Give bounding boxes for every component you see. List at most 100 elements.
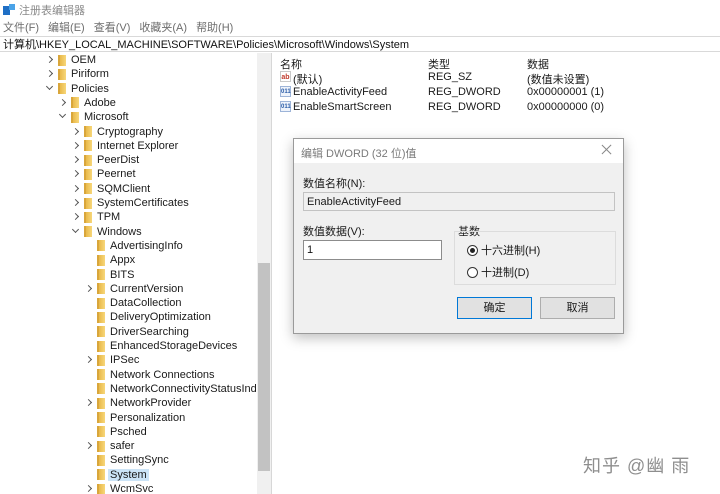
folder-icon [97, 269, 105, 280]
tree-item[interactable]: Policies [45, 82, 109, 96]
tree-item[interactable]: DriverSearching [84, 325, 189, 339]
tree-item[interactable]: BITS [84, 268, 134, 282]
menu-file[interactable]: 文件(F) [3, 19, 39, 35]
radio-button-checked[interactable] [467, 244, 478, 256]
watermark: 知乎 @幽 雨 [583, 456, 691, 476]
tree-item[interactable]: NetworkConnectivityStatusIndi [84, 382, 259, 396]
menu-favorites[interactable]: 收藏夹(A) [139, 19, 187, 35]
tree-item[interactable]: System [84, 468, 149, 482]
folder-icon [97, 369, 105, 381]
chevron-right-icon[interactable] [71, 153, 81, 167]
tree-item[interactable]: safer [84, 439, 134, 453]
chevron-right-icon[interactable] [71, 210, 81, 224]
tree-item[interactable]: Adobe [58, 96, 116, 110]
chevron-down-icon[interactable] [71, 225, 81, 239]
dialog-title-bar[interactable]: 编辑 DWORD (32 位)值 [294, 139, 623, 163]
tree-item[interactable]: Appx [84, 253, 135, 267]
tree-item[interactable]: EnhancedStorageDevices [84, 339, 237, 353]
tree-item[interactable]: Microsoft [58, 110, 129, 124]
folder-icon [97, 440, 105, 452]
tree-item[interactable]: IPSec [84, 353, 139, 367]
chevron-right-icon[interactable] [84, 353, 94, 367]
chevron-right-icon[interactable] [45, 53, 55, 67]
folder-icon [97, 297, 105, 309]
chevron-right-icon[interactable] [71, 139, 81, 153]
string-value-icon: ab [280, 71, 291, 82]
tree-item-label: Policies [71, 82, 109, 95]
folder-icon [58, 68, 66, 80]
value-name-field: EnableActivityFeed [303, 192, 615, 211]
tree-item[interactable]: Peernet [71, 167, 136, 181]
tree-item[interactable]: NetworkProvider [84, 396, 191, 410]
chevron-right-icon[interactable] [84, 396, 94, 410]
chevron-right-icon[interactable] [71, 182, 81, 196]
tree-item[interactable]: AdvertisingInfo [84, 239, 183, 253]
chevron-right-icon[interactable] [84, 482, 94, 494]
chevron-right-icon[interactable] [71, 167, 81, 181]
registry-tree[interactable]: OEM Piriform Policies Adobe Microsoft Cryptog… [0, 53, 272, 494]
tree-item-label: NetworkConnectivityStatusIndi [110, 382, 260, 395]
tree-item[interactable]: PeerDist [71, 153, 139, 167]
tree-item[interactable]: Network Connections [84, 368, 215, 382]
tree-item[interactable]: WcmSvc [84, 482, 153, 494]
address-bar[interactable]: 计算机\HKEY_LOCAL_MACHINE\SOFTWARE\Policies… [0, 36, 720, 52]
folder-icon [71, 111, 79, 123]
tree-item[interactable]: OEM [45, 53, 96, 67]
radio-hexadecimal[interactable]: 十六进制(H) [467, 242, 540, 258]
folder-icon [97, 254, 105, 266]
tree-item-label: DriverSearching [110, 325, 189, 338]
tree-item[interactable]: Psched [84, 425, 147, 439]
tree-item[interactable]: Windows [71, 225, 142, 239]
folder-icon [97, 454, 105, 466]
radio-hex-label: 十六进制(H) [481, 245, 541, 257]
tree-item[interactable]: DeliveryOptimization [84, 310, 211, 324]
tree-item[interactable]: Piriform [45, 67, 109, 81]
value-data-input[interactable] [303, 240, 442, 260]
tree-item[interactable]: SQMClient [71, 182, 150, 196]
tree-item[interactable]: CurrentVersion [84, 282, 183, 296]
folder-icon [84, 168, 92, 180]
registry-editor-icon [3, 3, 15, 16]
tree-item[interactable]: SettingSync [84, 453, 169, 467]
value-row[interactable]: 011 EnableActivityFeed REG_DWORD 0x00000… [274, 85, 720, 100]
cancel-button[interactable]: 取消 [540, 297, 615, 319]
tree-item[interactable]: Internet Explorer [71, 139, 178, 153]
tree-item[interactable]: Personalization [84, 411, 185, 425]
radio-button[interactable] [467, 266, 478, 278]
tree-item[interactable]: Cryptography [71, 125, 163, 139]
chevron-right-icon[interactable] [84, 439, 94, 453]
chevron-right-icon[interactable] [45, 67, 55, 81]
chevron-right-icon[interactable] [71, 196, 81, 210]
menu-view[interactable]: 查看(V) [94, 19, 131, 35]
close-icon[interactable] [600, 143, 614, 157]
chevron-right-icon[interactable] [58, 96, 68, 110]
menu-help[interactable]: 帮助(H) [196, 19, 233, 35]
tree-item[interactable]: DataCollection [84, 296, 182, 310]
value-row[interactable]: ab (默认) REG_SZ (数值未设置) [274, 70, 720, 86]
menu-edit[interactable]: 编辑(E) [48, 19, 85, 35]
tree-item-label: SystemCertificates [97, 197, 189, 209]
tree-item[interactable]: SystemCertificates [71, 196, 189, 210]
window-title: 注册表编辑器 [19, 4, 85, 17]
dword-value-icon: 011 [280, 101, 291, 112]
tree-item[interactable]: TPM [71, 210, 120, 224]
value-row[interactable]: 011 EnableSmartScreen REG_DWORD 0x000000… [274, 100, 720, 115]
chevron-right-icon[interactable] [84, 282, 94, 296]
chevron-right-icon[interactable] [71, 125, 81, 139]
folder-icon [97, 469, 105, 481]
edit-dword-dialog: 编辑 DWORD (32 位)值 数值名称(N): EnableActivity… [293, 138, 624, 334]
chevron-down-icon[interactable] [45, 82, 55, 96]
tree-scrollbar-thumb[interactable] [258, 263, 270, 471]
radio-decimal[interactable]: 十进制(D) [467, 264, 529, 280]
tree-item-label: IPSec [110, 354, 140, 367]
ok-button[interactable]: 确定 [457, 297, 532, 319]
tree-item-label: safer [110, 440, 135, 453]
tree-item-label: Appx [110, 254, 136, 267]
chevron-down-icon[interactable] [58, 110, 68, 124]
folder-icon [58, 83, 66, 95]
